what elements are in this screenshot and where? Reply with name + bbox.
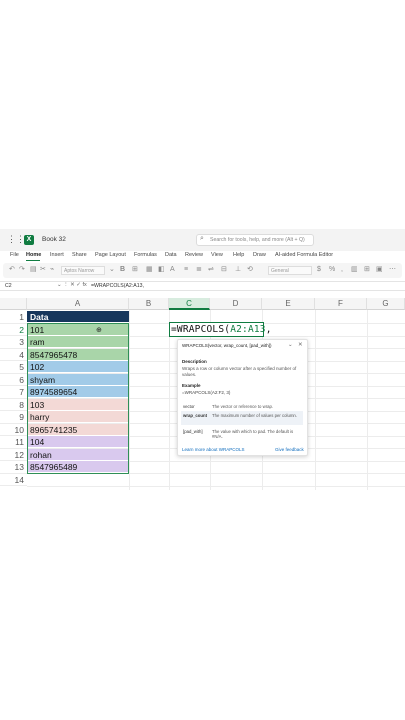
cell-styles-icon[interactable]: ▣ — [376, 266, 383, 274]
row-header[interactable]: 9 — [0, 411, 27, 424]
formula-prefix: =WRAPCOLS( — [171, 324, 231, 335]
font-name-value: Aptos Narrow — [64, 268, 95, 274]
format-painter-icon[interactable]: ⌁ — [50, 266, 54, 274]
row-header[interactable]: 1 — [0, 311, 27, 324]
column-header-d[interactable]: D — [210, 298, 262, 310]
column-header-b[interactable]: B — [129, 298, 169, 310]
search-placeholder: Search for tools, help, and more (Alt + … — [210, 237, 305, 243]
formula-bar-icons[interactable]: ⌄ ⋮ ✕ ✓ fx — [57, 282, 87, 288]
merge-icon[interactable]: ⊟ — [221, 266, 227, 274]
gridline — [129, 310, 130, 490]
gridline — [315, 310, 316, 490]
bold-icon[interactable]: B — [120, 266, 125, 274]
argument-name: wrap_count — [183, 413, 208, 418]
row-header[interactable]: 14 — [0, 473, 27, 486]
orientation-icon[interactable]: ⟲ — [247, 266, 253, 274]
row-header[interactable]: 13 — [0, 461, 27, 474]
formula-suffix: , — [265, 324, 272, 335]
active-tab-indicator — [26, 260, 40, 262]
tab-page-layout[interactable]: Page Layout — [95, 252, 126, 258]
more-icon[interactable]: ⋯ — [389, 266, 396, 274]
argument-name: vector — [183, 404, 195, 409]
example-heading: Example — [182, 383, 201, 388]
excel-window: ⋮⋮ X Book 32 ⌕ Search for tools, help, a… — [0, 0, 405, 720]
column-header-a[interactable]: A — [27, 298, 129, 310]
row-header[interactable]: 5 — [0, 361, 27, 374]
wrap-text-icon[interactable]: ⇌ — [208, 266, 214, 274]
search-icon: ⌕ — [200, 235, 204, 242]
function-signature: WRAPCOLS(vector, wrap_count, [pad_with]) — [182, 343, 272, 348]
align-left-icon[interactable]: ≡ — [184, 266, 188, 274]
description-heading: Description — [182, 359, 207, 364]
align-bottom-icon[interactable]: ⊥ — [235, 266, 241, 274]
tab-data[interactable]: Data — [165, 252, 177, 258]
row-header[interactable]: 10 — [0, 423, 27, 436]
borders-icon[interactable]: ⊞ — [132, 266, 138, 274]
document-name[interactable]: Book 32 — [42, 236, 66, 243]
tab-insert[interactable]: Insert — [50, 252, 64, 258]
row-header[interactable]: 4 — [0, 348, 27, 361]
align-center-icon[interactable]: ≣ — [196, 266, 202, 274]
currency-icon[interactable]: $ — [317, 266, 321, 274]
gridline — [27, 485, 405, 487]
tab-file[interactable]: File — [10, 252, 19, 258]
tab-draw[interactable]: Draw — [253, 252, 266, 258]
function-description: Wraps a row or column vector after a spe… — [182, 366, 297, 377]
column-header-e[interactable]: E — [262, 298, 315, 310]
name-box[interactable]: C2 — [5, 283, 12, 289]
referenced-range-outline — [27, 323, 129, 474]
font-color-icon[interactable]: A — [170, 266, 175, 274]
argument-name: [pad_with] — [183, 429, 203, 434]
table-icon[interactable]: ⊞ — [364, 266, 370, 274]
tab-formulas[interactable]: Formulas — [134, 252, 157, 258]
app-launcher-icon[interactable]: ⋮⋮ — [7, 234, 25, 244]
tab-help[interactable]: Help — [233, 252, 244, 258]
close-icon[interactable]: ✕ — [298, 342, 303, 348]
font-size-icon[interactable]: ⌄ — [109, 266, 115, 274]
argument-description: The vector or reference to wrap. — [212, 404, 274, 409]
tab-share[interactable]: Share — [72, 252, 87, 258]
tab-ai-formula-editor[interactable]: AI-aided Formula Editor — [275, 252, 333, 258]
row-header[interactable]: 11 — [0, 436, 27, 449]
tab-home[interactable]: Home — [26, 252, 41, 258]
column-header-c[interactable]: C — [169, 298, 210, 310]
excel-logo-icon: X — [24, 235, 34, 245]
row-header[interactable]: 8 — [0, 398, 27, 411]
column-header-f[interactable]: F — [315, 298, 367, 310]
mouse-cursor-icon: ⊕ — [96, 327, 102, 334]
formula-input[interactable]: =WRAPCOLS(A2:A13, — [91, 283, 144, 289]
redo-icon[interactable]: ↷ — [19, 266, 25, 274]
gridline — [169, 310, 170, 490]
fill-color-icon[interactable]: ◧ — [158, 266, 165, 274]
argument-description: The value with which to pad. The default… — [212, 429, 294, 439]
select-all-corner[interactable] — [0, 298, 27, 310]
conditional-format-icon[interactable]: ▥ — [351, 266, 358, 274]
learn-more-link[interactable]: Learn more about WRAPCOLS — [182, 447, 245, 452]
cell-a1-header[interactable]: Data — [27, 311, 129, 323]
table-borders-icon[interactable]: ▦ — [146, 266, 153, 274]
chevron-down-icon[interactable]: ⌄ — [288, 342, 293, 348]
argument-description: The maximum number of values per column. — [212, 413, 298, 418]
active-cell-editor[interactable]: =WRAPCOLS(A2:A13, — [171, 324, 272, 335]
paste-icon[interactable]: ▤ — [30, 266, 37, 274]
percent-icon[interactable]: % — [329, 266, 335, 274]
formula-range-ref: A2:A13 — [230, 324, 266, 335]
row-header[interactable]: 3 — [0, 336, 27, 349]
comma-style-icon[interactable]: , — [341, 266, 343, 274]
give-feedback-link[interactable]: Give feedback — [275, 447, 304, 452]
tab-view[interactable]: View — [211, 252, 223, 258]
row-header[interactable]: 6 — [0, 373, 27, 386]
function-example: =WRAPCOLS(A2:F2, 3) — [182, 390, 231, 395]
clipboard-icon[interactable]: ✂ — [40, 266, 46, 274]
gridline — [367, 310, 368, 490]
number-format-value: General — [271, 268, 289, 274]
column-header-g[interactable]: G — [367, 298, 405, 310]
undo-icon[interactable]: ↶ — [9, 266, 15, 274]
row-header[interactable]: 7 — [0, 386, 27, 399]
row-header[interactable]: 2 — [0, 323, 27, 336]
row-header[interactable]: 12 — [0, 448, 27, 461]
tab-review[interactable]: Review — [185, 252, 203, 258]
